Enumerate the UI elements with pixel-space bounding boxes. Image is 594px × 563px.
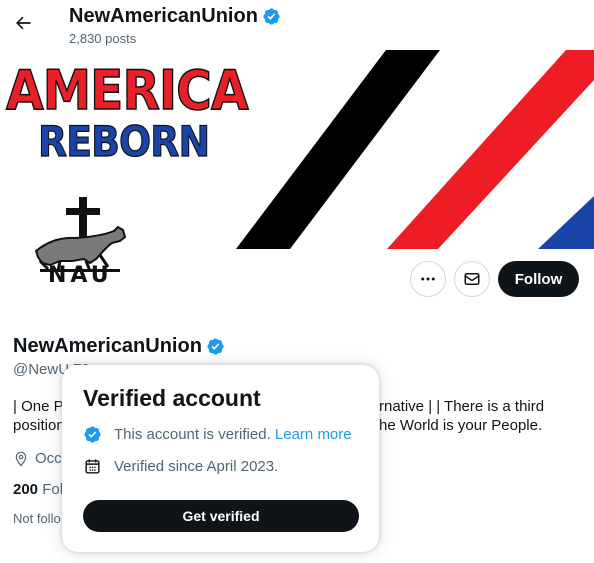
top-bar: NewAmericanUnion 2,830 posts xyxy=(0,0,594,50)
location-text: Occ xyxy=(35,450,62,467)
popover-verified-row: This account is verified. Learn more xyxy=(83,425,352,444)
verified-text: This account is verified. xyxy=(114,426,271,443)
location-pin-icon xyxy=(15,451,27,467)
more-dots-icon xyxy=(421,277,435,281)
back-button[interactable] xyxy=(10,10,36,36)
header-name-text: NewAmericanUnion xyxy=(69,5,258,27)
follow-button[interactable]: Follow xyxy=(498,261,579,297)
banner-title: AMERICA xyxy=(5,59,249,122)
message-button[interactable] xyxy=(454,261,490,297)
following-count: 200 xyxy=(13,481,39,498)
bio-line-1-right: rnative | | There is a third xyxy=(379,398,545,415)
following-stat[interactable]: 200 Fol xyxy=(13,481,63,498)
handle-text: @NewU xyxy=(13,361,70,378)
not-followed-text: Not follo xyxy=(13,511,61,526)
popover-title: Verified account xyxy=(83,385,261,411)
post-count: 2,830 posts xyxy=(69,31,137,46)
popover-since-row: Verified since April 2023. xyxy=(83,457,278,476)
profile-name: NewAmericanUnion xyxy=(13,335,225,358)
header-name: NewAmericanUnion xyxy=(69,5,281,28)
following-label: Fol xyxy=(42,481,64,498)
arrow-left-icon xyxy=(16,16,31,30)
profile-name-text: NewAmericanUnion xyxy=(13,335,202,357)
banner-subtitle: REBORN xyxy=(37,117,210,166)
profile-location: Occ xyxy=(13,450,62,467)
more-options-button[interactable] xyxy=(410,261,446,297)
avatar[interactable]: NAU xyxy=(10,175,150,315)
avatar-text: NAU xyxy=(48,263,113,288)
calendar-icon xyxy=(85,459,100,474)
cross-wolf-emblem-icon xyxy=(34,197,127,272)
verified-since-text: Verified since April 2023. xyxy=(114,458,279,475)
verified-badge-icon[interactable] xyxy=(206,337,225,356)
bio-line-2-right: he World is your People. xyxy=(379,417,543,434)
verified-account-popover: Verified account This account is verifie… xyxy=(62,365,379,552)
envelope-icon xyxy=(464,273,480,285)
verified-badge-icon xyxy=(84,426,101,443)
get-verified-button[interactable]: Get verified xyxy=(83,500,359,532)
learn-more-link[interactable]: Learn more xyxy=(275,426,352,443)
bio-line-2-left: position xyxy=(13,417,65,434)
verified-badge-icon[interactable] xyxy=(262,7,281,26)
